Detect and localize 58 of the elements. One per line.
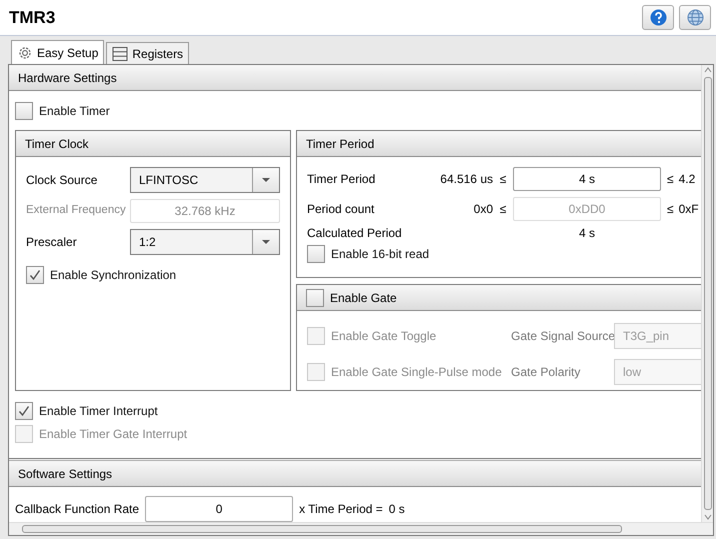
checkbox-label: Enable Timer (39, 103, 110, 120)
field-label: x Time Period = (299, 501, 383, 518)
tab[interactable]: Registers (106, 42, 190, 64)
checkbox[interactable] (15, 402, 33, 420)
checkbox-label: Enable 16-bit read (331, 246, 430, 263)
field-label: Gate Polarity (511, 364, 582, 381)
section-header: Software Settings (9, 461, 701, 487)
checkbox-label: Enable Synchronization (50, 267, 176, 284)
checkbox[interactable] (15, 102, 33, 120)
horizontal-scrollbar[interactable] (9, 522, 713, 535)
calculated-value: 4 s (578, 225, 596, 242)
caret-icon (262, 178, 270, 182)
scroll-down-icon[interactable] (704, 512, 712, 522)
less-equal-sign: ≤ (667, 171, 674, 188)
globe-button[interactable] (679, 5, 711, 30)
min-value: 0x0 (472, 201, 493, 218)
less-equal-sign: ≤ (498, 171, 508, 188)
dropdown[interactable]: 1:2 (130, 229, 280, 255)
field-label: External Frequency (26, 203, 126, 218)
field-label: Calculated Period (307, 225, 403, 242)
group-header: Timer Clock (16, 131, 290, 157)
checkmark-icon (18, 405, 30, 417)
field-label: Gate Signal Source (511, 328, 614, 345)
field-label: Timer Period (307, 171, 376, 188)
help-button[interactable] (642, 5, 674, 30)
checkbox[interactable] (306, 288, 324, 306)
checkbox-label: Enable Timer Interrupt (39, 403, 158, 420)
checkbox[interactable] (307, 245, 325, 263)
max-value: 0xF (678, 201, 699, 218)
less-equal-sign: ≤ (498, 201, 508, 218)
checkmark-icon (29, 269, 41, 281)
min-value: 64.516 us (439, 171, 493, 188)
section-header: Hardware Settings (9, 65, 701, 91)
input-field[interactable]: 4 s (513, 167, 661, 191)
group-header: Timer Period (297, 131, 701, 157)
input-field[interactable]: 0 (145, 496, 294, 522)
checkbox-label: Enable Gate Single-Pulse mode (331, 364, 502, 381)
field-label: Period count (307, 201, 376, 218)
help-icon (650, 9, 666, 26)
scroll-up-icon[interactable] (704, 65, 712, 75)
vertical-scrollbar[interactable] (701, 65, 713, 522)
checkbox[interactable] (26, 266, 44, 284)
caret-icon (262, 240, 270, 244)
max-value: 4.2 (678, 171, 696, 188)
dropdown[interactable]: LFINTOSC (130, 167, 280, 193)
field-label: Prescaler (26, 234, 77, 251)
checkbox-label: Enable Timer Gate Interrupt (39, 426, 188, 443)
window-title: TMR3 (9, 6, 56, 29)
result-value: 0 s (388, 501, 405, 518)
tab[interactable]: Easy Setup (11, 40, 104, 64)
globe-icon (686, 9, 704, 26)
field-label: Callback Function Rate (15, 501, 140, 518)
checkbox-label: Enable Gate (330, 290, 397, 306)
table-icon (112, 46, 128, 62)
checkbox-label: Enable Gate Toggle (331, 328, 436, 345)
field-label: Clock Source (26, 172, 98, 189)
less-equal-sign: ≤ (667, 201, 674, 218)
gear-icon (17, 44, 33, 60)
